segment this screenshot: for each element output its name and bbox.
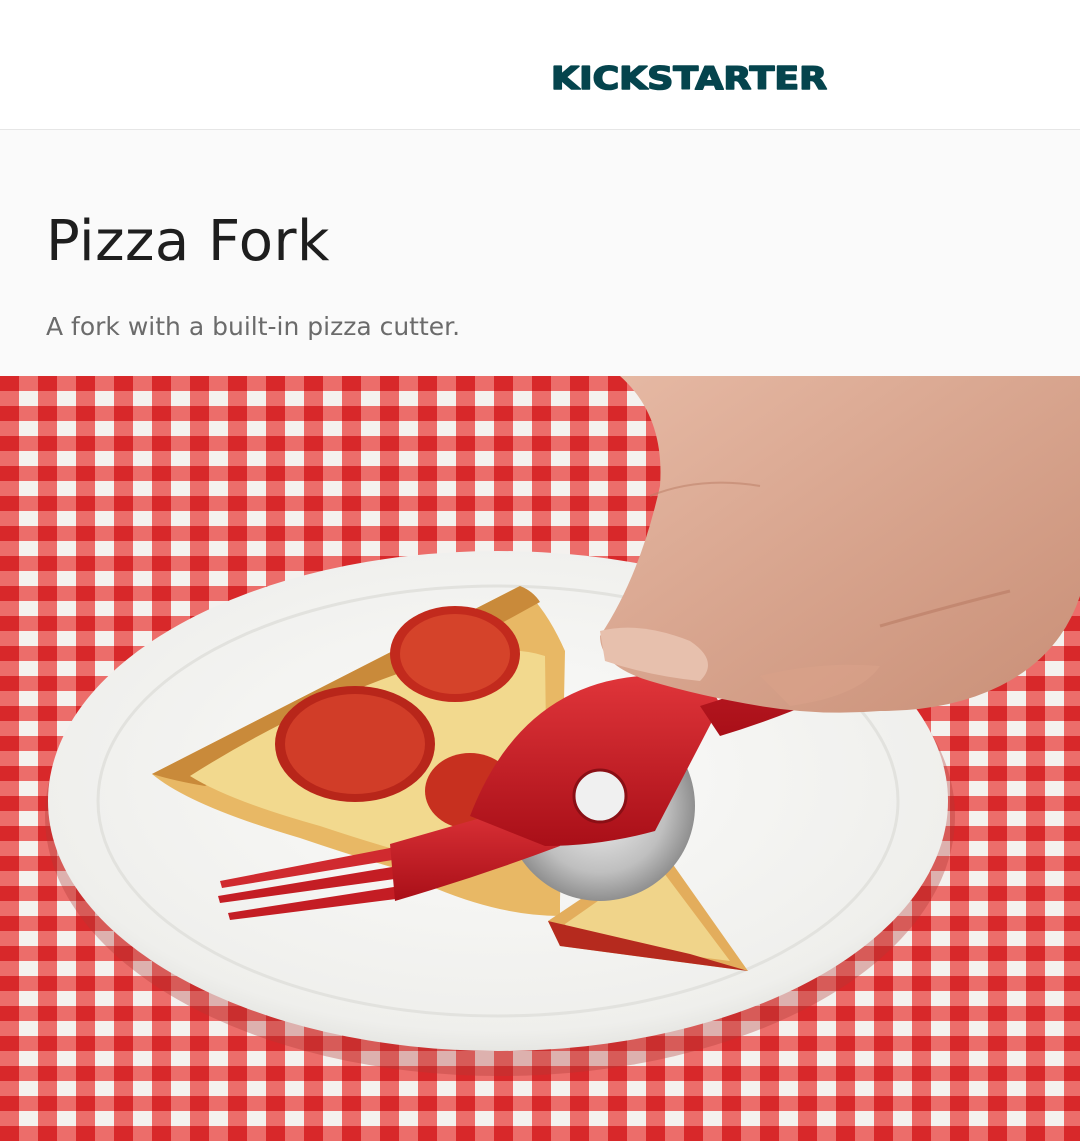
top-bar: KICKSTARTER [0,0,1080,130]
page: KICKSTARTER Pizza Fork A fork with a bui… [0,0,1080,1141]
project-hero-image[interactable] [0,376,1080,1141]
project-blurb: A fork with a built-in pizza cutter. [46,312,461,341]
project-intro: Pizza Fork A fork with a built-in pizza … [0,130,1080,376]
project-title: Pizza Fork [46,209,330,274]
logo-wordmark: KICKSTARTER [551,61,827,96]
hero-illustration [0,376,1080,1141]
hand [600,376,1080,713]
kickstarter-logo[interactable]: KICKSTARTER [551,56,829,96]
